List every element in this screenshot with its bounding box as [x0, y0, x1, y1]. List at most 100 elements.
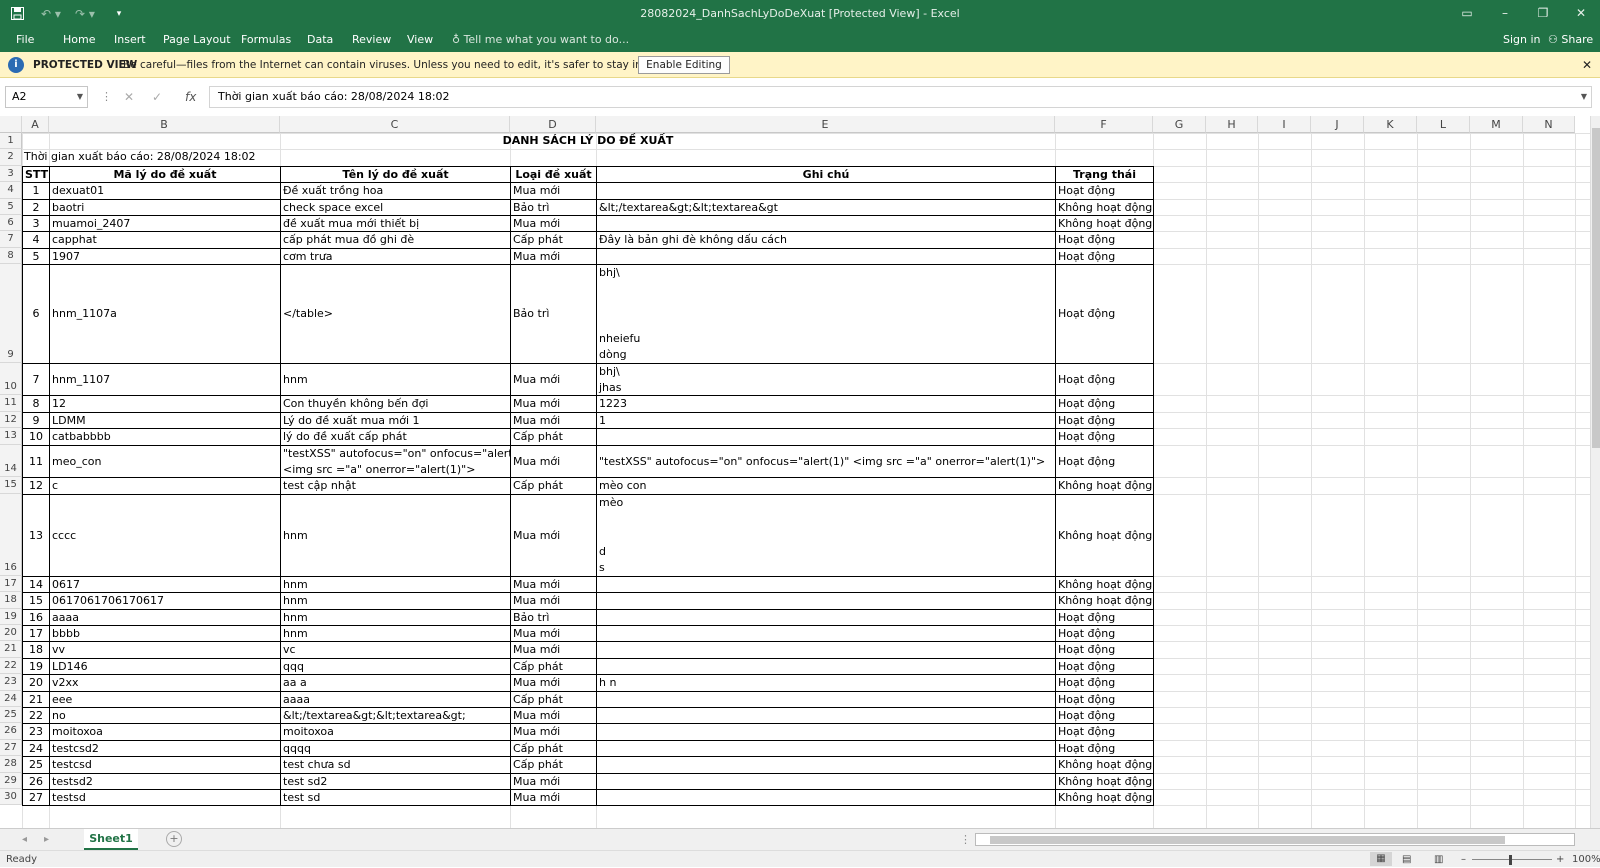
cell-ma[interactable]: aaaa: [49, 608, 281, 626]
cell-stt[interactable]: 27: [22, 789, 50, 807]
row-header[interactable]: 17: [0, 575, 22, 593]
cell-trangthai[interactable]: Hoạt động: [1055, 411, 1154, 430]
cell-ma[interactable]: catbabbbb: [49, 428, 281, 446]
row-header[interactable]: 11: [0, 395, 22, 412]
cell-ghichu[interactable]: [596, 739, 1056, 758]
cell-ten[interactable]: test sd: [280, 789, 511, 807]
cell-trangthai[interactable]: Hoạt động: [1055, 182, 1154, 200]
cell-ghichu[interactable]: mèo con: [596, 477, 1056, 495]
chevron-down-icon[interactable]: ▼: [77, 87, 83, 107]
cell-loai[interactable]: Mua mới: [510, 444, 597, 479]
cell-stt[interactable]: 15: [22, 592, 50, 610]
column-header-n[interactable]: N: [1523, 116, 1575, 133]
cell-trangthai[interactable]: Không hoạt động: [1055, 493, 1154, 577]
cell-trangthai[interactable]: Không hoạt động: [1055, 198, 1154, 216]
scroll-left-icon[interactable]: ◂: [22, 829, 27, 850]
row-header[interactable]: 21: [0, 641, 22, 658]
cell-loai[interactable]: Mua mới: [510, 772, 597, 790]
cell-ghichu[interactable]: [596, 641, 1056, 659]
row-header[interactable]: 1: [0, 133, 22, 150]
cell-stt[interactable]: 1: [22, 182, 50, 200]
cell-ma[interactable]: capphat: [49, 231, 281, 249]
cell-loai[interactable]: Mua mới: [510, 395, 597, 413]
cell-ten[interactable]: test cập nhật: [280, 477, 511, 495]
cell-loai[interactable]: Bảo trì: [510, 608, 597, 626]
row-header[interactable]: 6: [0, 215, 22, 232]
scroll-right-icon[interactable]: ▸: [44, 829, 49, 850]
cell-stt[interactable]: 6: [22, 264, 50, 364]
name-box[interactable]: A2 ▼: [5, 86, 88, 108]
row-header[interactable]: 25: [0, 707, 22, 724]
cell-ten[interactable]: cấp phát mua đồ ghi đè: [280, 231, 511, 249]
column-header-l[interactable]: L: [1417, 116, 1470, 133]
cell-ghichu[interactable]: [596, 625, 1056, 643]
cell-ma[interactable]: testcsd2: [49, 739, 281, 758]
column-header-j[interactable]: J: [1311, 116, 1364, 133]
tab-view[interactable]: View: [407, 27, 433, 52]
row-header[interactable]: 23: [0, 674, 22, 691]
cell-stt[interactable]: 21: [22, 690, 50, 708]
cell-ghichu[interactable]: bhj\ nheiefu dòng: [596, 264, 1056, 364]
cell-stt[interactable]: 12: [22, 477, 50, 495]
cell-stt[interactable]: 22: [22, 707, 50, 725]
row-header[interactable]: 8: [0, 247, 22, 265]
zoom-slider[interactable]: [1472, 859, 1552, 860]
cell-ten[interactable]: vc: [280, 641, 511, 659]
cell-ten[interactable]: "testXSS" autofocus="on" onfocus="alert(…: [280, 444, 511, 479]
tab-insert[interactable]: Insert: [114, 27, 146, 52]
insert-function-icon[interactable]: fx: [185, 86, 196, 108]
header-2[interactable]: Tên lý do đề xuất: [280, 165, 511, 184]
cell-stt[interactable]: 17: [22, 625, 50, 643]
column-header-k[interactable]: K: [1364, 116, 1417, 133]
row-header[interactable]: 16: [0, 493, 22, 576]
cell-stt[interactable]: 5: [22, 247, 50, 266]
cell-ghichu[interactable]: [596, 182, 1056, 200]
cell-ma[interactable]: hnm_1107: [49, 362, 281, 397]
row-header[interactable]: 2: [0, 149, 22, 166]
cell-ma[interactable]: v2xx: [49, 674, 281, 692]
vertical-dots-icon[interactable]: ⋮: [960, 829, 971, 850]
row-header[interactable]: 20: [0, 625, 22, 642]
cell-stt[interactable]: 10: [22, 428, 50, 446]
cell-trangthai[interactable]: Không hoạt động: [1055, 575, 1154, 594]
cell-loai[interactable]: Cấp phát: [510, 428, 597, 446]
cell-ma[interactable]: eee: [49, 690, 281, 708]
cell-ten[interactable]: Con thuyền không bến đợi: [280, 395, 511, 413]
tab-page-layout[interactable]: Page Layout: [163, 27, 231, 52]
column-header-e[interactable]: E: [596, 116, 1055, 133]
cell-trangthai[interactable]: Không hoạt động: [1055, 477, 1154, 495]
customize-qat-icon[interactable]: ▾: [102, 0, 136, 27]
sign-in-link[interactable]: Sign in: [1503, 27, 1541, 52]
cell-trangthai[interactable]: Hoạt động: [1055, 428, 1154, 446]
cell-stt[interactable]: 18: [22, 641, 50, 659]
cell-ma[interactable]: meo_con: [49, 444, 281, 479]
share-button[interactable]: ⚇ Share: [1548, 27, 1593, 52]
row-header[interactable]: 15: [0, 477, 22, 494]
row-header[interactable]: 19: [0, 608, 22, 625]
cell-ten[interactable]: &lt;/textarea&gt;&lt;textarea&gt;: [280, 707, 511, 725]
tell-me-box[interactable]: ♁ Tell me what you want to do...: [452, 27, 629, 52]
cell-stt[interactable]: 3: [22, 215, 50, 233]
worksheet-grid[interactable]: A B C D E F G H I J K L M N 1 2 3 4 5 6 7 8 9 10 11 12 13 14 15 16 17 1…: [0, 116, 1590, 828]
cell-ghichu[interactable]: bhj\ jhas: [596, 362, 1056, 397]
cell-ghichu[interactable]: [596, 772, 1056, 790]
tab-data[interactable]: Data: [307, 27, 333, 52]
cell-trangthai[interactable]: Hoạt động: [1055, 247, 1154, 266]
cell-stt[interactable]: 2: [22, 198, 50, 216]
cell-loai[interactable]: Mua mới: [510, 247, 597, 266]
column-header-i[interactable]: I: [1258, 116, 1311, 133]
cell-ma[interactable]: no: [49, 707, 281, 725]
cell-ma[interactable]: 1907: [49, 247, 281, 266]
column-header-g[interactable]: G: [1153, 116, 1206, 133]
column-header-m[interactable]: M: [1470, 116, 1523, 133]
tab-review[interactable]: Review: [352, 27, 391, 52]
cell-ma[interactable]: moitoxoa: [49, 723, 281, 741]
cell-ten[interactable]: check space excel: [280, 198, 511, 216]
row-header[interactable]: 24: [0, 690, 22, 707]
cell-trangthai[interactable]: Hoạt động: [1055, 657, 1154, 676]
cell-trangthai[interactable]: Hoạt động: [1055, 739, 1154, 758]
cell-trangthai[interactable]: Hoạt động: [1055, 395, 1154, 413]
row-header[interactable]: 14: [0, 444, 22, 478]
row-header[interactable]: 28: [0, 756, 22, 773]
row-header[interactable]: 27: [0, 739, 22, 757]
